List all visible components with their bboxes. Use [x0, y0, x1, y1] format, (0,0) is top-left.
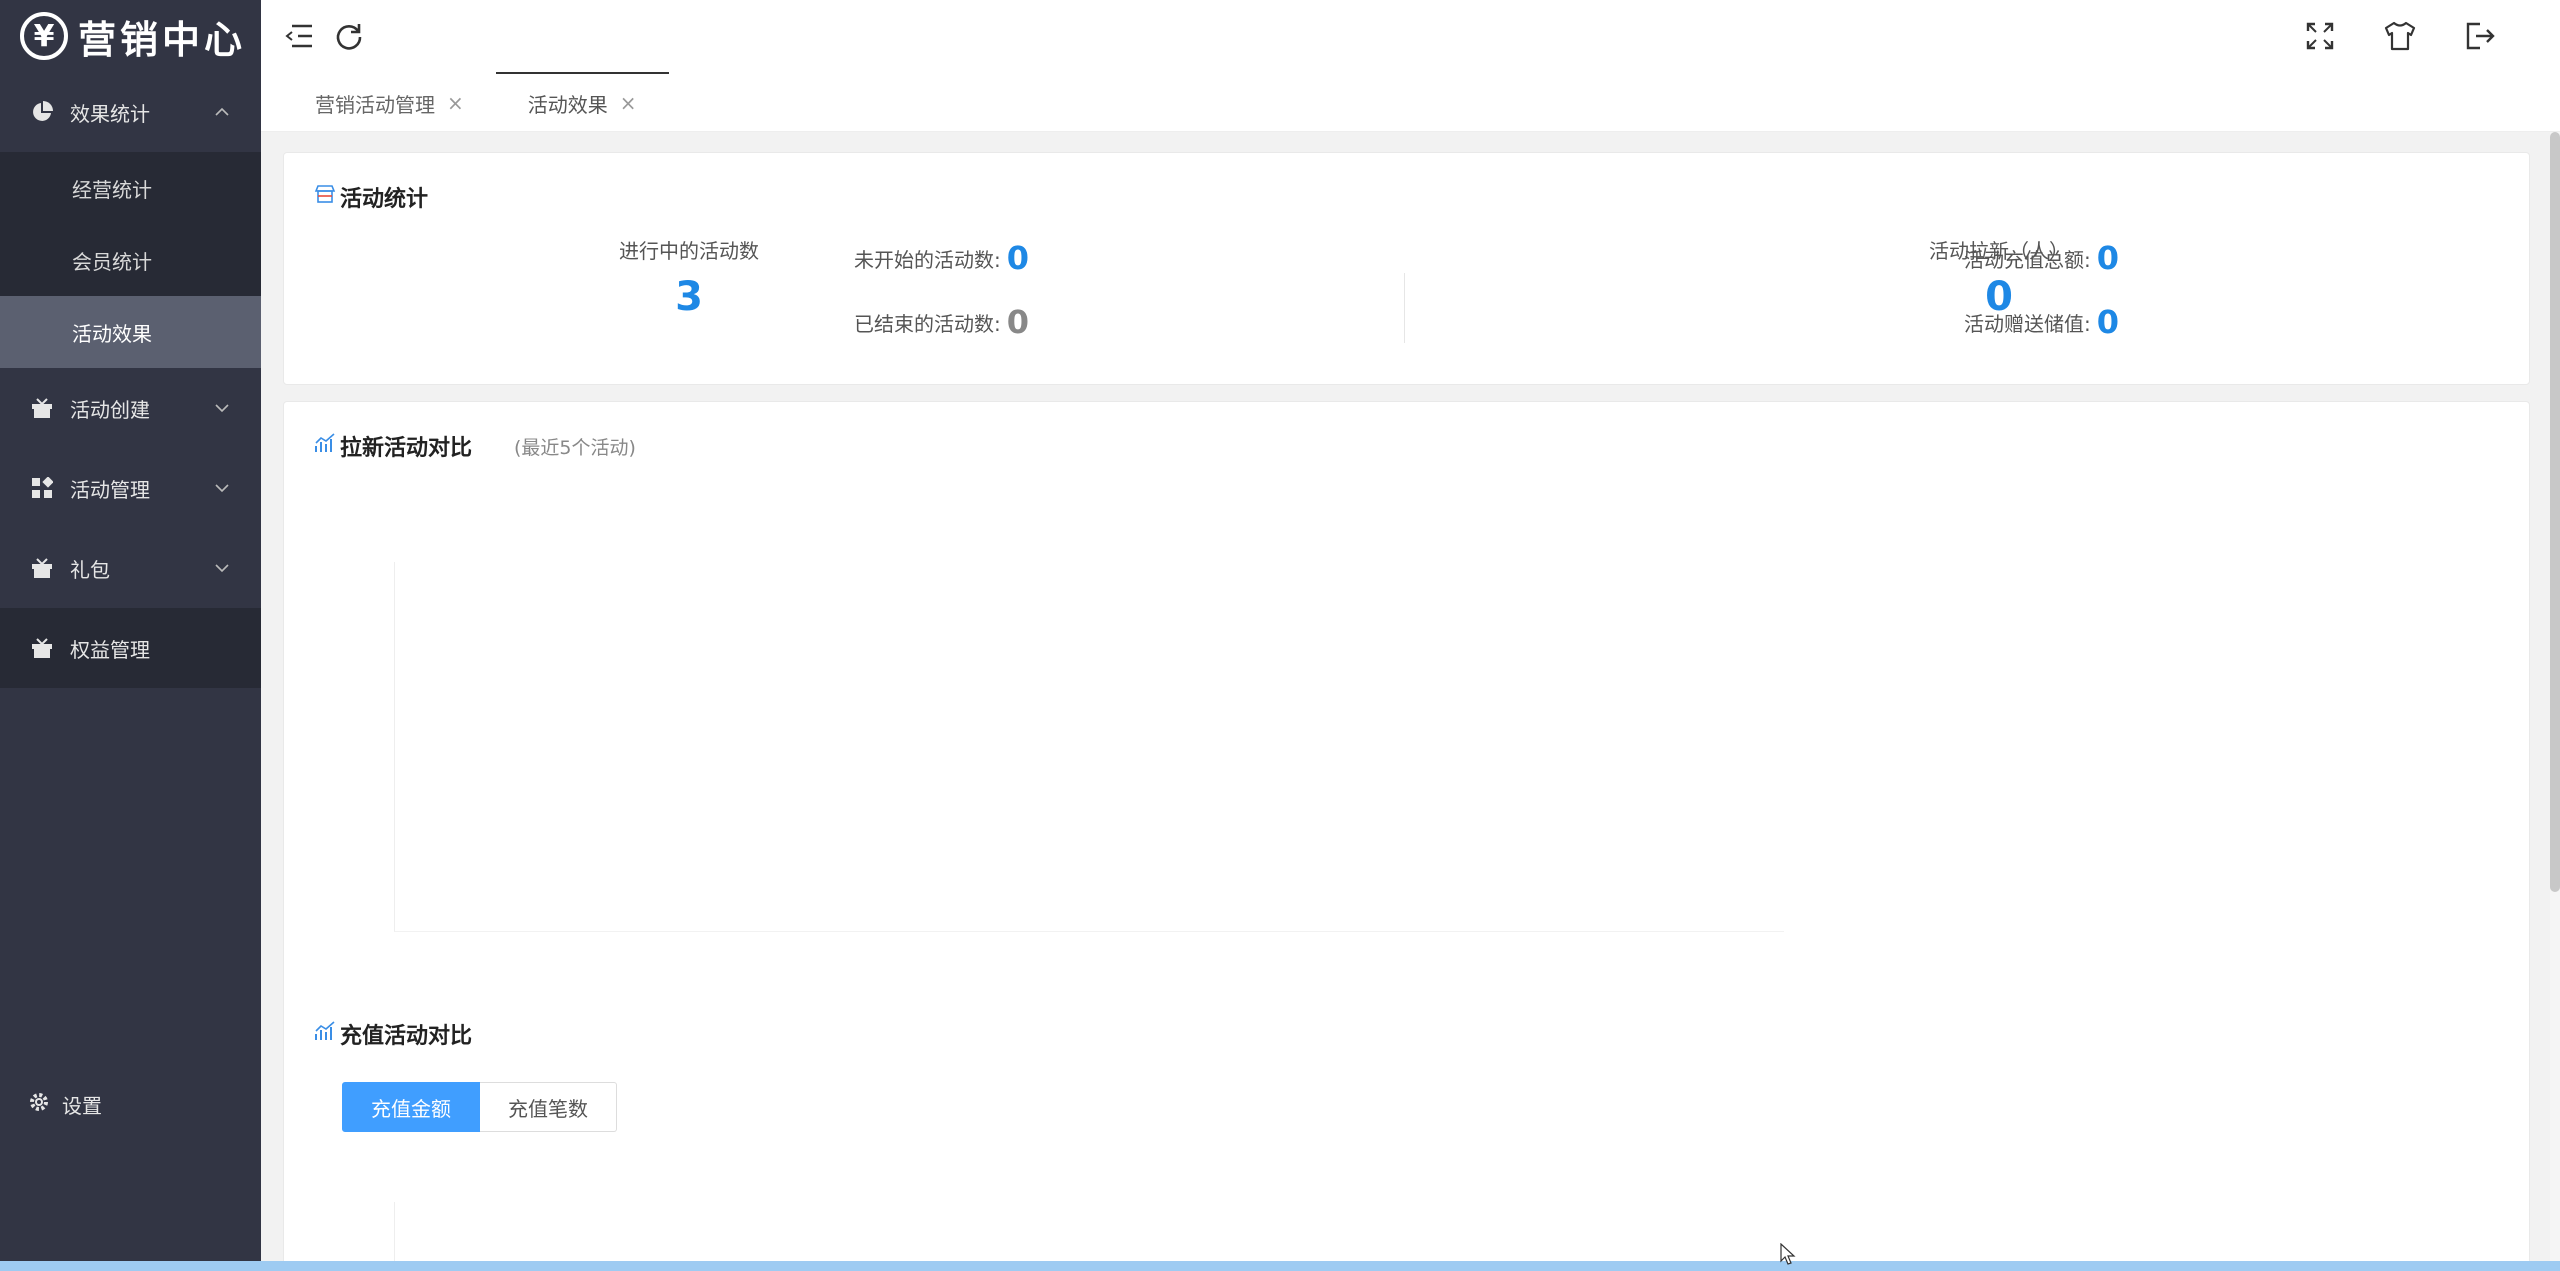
chart-title: 拉新活动对比	[340, 436, 473, 461]
yen-logo-icon: ¥	[20, 12, 68, 60]
stat-label: 活动赠送储值:	[1964, 311, 2091, 336]
sidebar-item-business-stats[interactable]: 经营统计	[0, 152, 261, 224]
recharge-amount-button[interactable]: 充值金额	[342, 1082, 480, 1132]
store-icon	[314, 183, 336, 211]
gear-icon	[28, 1091, 50, 1118]
settings-link[interactable]: 设置	[28, 1090, 102, 1119]
sidebar: ¥ 营销中心 效果统计 经营统计 会员统计 活动效果 活动创建 活动管理 礼包 …	[0, 0, 261, 1271]
chevron-down-icon	[211, 557, 233, 579]
chart-subtitle: (最近5个活动)	[514, 436, 636, 459]
stat-ongoing: 进行中的活动数 3	[544, 235, 834, 320]
pie-chart-icon	[28, 98, 56, 126]
menu-group-label: 权益管理	[70, 637, 150, 662]
charts-card: 拉新活动对比 (最近5个活动) 充值活动对比 充值金额 充值笔数	[283, 401, 2530, 1271]
menu-group-label: 礼包	[70, 557, 110, 582]
chevron-down-icon	[211, 397, 233, 419]
pull-new-chart-title: 拉新活动对比 (最近5个活动)	[314, 430, 2499, 462]
close-icon[interactable]: ×	[620, 91, 637, 115]
sidebar-item-activity-effect[interactable]: 活动效果	[0, 296, 261, 368]
menu-group-label: 效果统计	[70, 101, 150, 126]
recharge-chart-title: 充值活动对比	[314, 1018, 472, 1050]
chevron-down-icon	[211, 477, 233, 499]
tab-label: 活动效果	[527, 92, 608, 117]
grid-icon	[28, 474, 56, 502]
stats-title: 活动统计	[340, 187, 429, 212]
stat-label: 活动充值总额:	[1964, 247, 2091, 272]
stat-value: 3	[675, 274, 703, 320]
stat-value: 0	[1006, 303, 1030, 341]
main-content: 活动统计 进行中的活动数 3 未开始的活动数: 0 已结束的活动数: 0 活动拉…	[261, 132, 2560, 1271]
recharge-count-button[interactable]: 充值笔数	[480, 1082, 617, 1132]
sidebar-item-member-stats[interactable]: 会员统计	[0, 224, 261, 296]
tab-activity-effect[interactable]: 活动效果 ×	[495, 72, 669, 132]
logo[interactable]: ¥ 营销中心	[0, 0, 261, 72]
chart-title: 充值活动对比	[340, 1024, 473, 1049]
activity-stats-card: 活动统计 进行中的活动数 3 未开始的活动数: 0 已结束的活动数: 0 活动拉…	[283, 152, 2530, 385]
gift-icon	[28, 394, 56, 422]
bottom-strip	[0, 1261, 2560, 1271]
menu-group-activity-create[interactable]: 活动创建	[0, 368, 261, 448]
gift-icon	[28, 554, 56, 582]
menu-group-activity-manage[interactable]: 活动管理	[0, 448, 261, 528]
stat-value: 0	[2096, 239, 2120, 277]
topbar	[261, 0, 2560, 72]
page-tabs: 营销活动管理 × 活动效果 ×	[261, 72, 2560, 132]
mouse-cursor-icon	[1780, 1242, 1796, 1269]
stat-value: 0	[2096, 303, 2120, 341]
card-title: 活动统计	[314, 181, 2499, 213]
menu-group-effect-stats[interactable]: 效果统计	[0, 72, 261, 152]
refresh-icon[interactable]	[331, 18, 367, 54]
fullscreen-icon[interactable]	[2302, 18, 2338, 54]
stat-recharge-total: 活动充值总额: 0	[1964, 239, 2119, 277]
theme-shirt-icon[interactable]	[2382, 18, 2418, 54]
stat-not-started: 未开始的活动数: 0	[854, 239, 1029, 277]
stat-label: 已结束的活动数:	[854, 311, 1001, 336]
settings-label: 设置	[62, 1094, 102, 1118]
scrollbar[interactable]	[2550, 132, 2560, 1271]
chevron-up-icon	[211, 101, 233, 123]
tab-label: 营销活动管理	[315, 92, 435, 117]
trend-chart-icon	[314, 1020, 336, 1048]
brand-title: 营销中心	[78, 17, 247, 62]
trend-chart-icon	[314, 432, 336, 460]
menu-group-label: 活动创建	[70, 397, 150, 422]
stat-label: 进行中的活动数	[619, 239, 759, 263]
menu-group-rights-manage[interactable]: 权益管理	[0, 608, 261, 688]
topbar-actions	[2302, 18, 2540, 54]
tab-marketing-activity-manage[interactable]: 营销活动管理 ×	[283, 72, 496, 132]
divider	[1404, 273, 1405, 343]
menu-fold-icon[interactable]	[281, 18, 317, 54]
submenu-effect-stats: 经营统计 会员统计 活动效果	[0, 152, 261, 368]
logout-icon[interactable]	[2462, 18, 2498, 54]
menu-group-label: 活动管理	[70, 477, 150, 502]
recharge-metric-toggle: 充值金额 充值笔数	[342, 1082, 617, 1132]
stat-gift-value: 活动赠送储值: 0	[1964, 303, 2119, 341]
pull-new-chart-area	[394, 562, 1784, 932]
menu-group-gift-pack[interactable]: 礼包	[0, 528, 261, 608]
close-icon[interactable]: ×	[447, 91, 464, 115]
gift-icon	[28, 634, 56, 662]
stat-label: 未开始的活动数:	[854, 247, 1001, 272]
stat-ended: 已结束的活动数: 0	[854, 303, 1029, 341]
scrollbar-thumb[interactable]	[2550, 132, 2560, 892]
stat-value: 0	[1006, 239, 1030, 277]
